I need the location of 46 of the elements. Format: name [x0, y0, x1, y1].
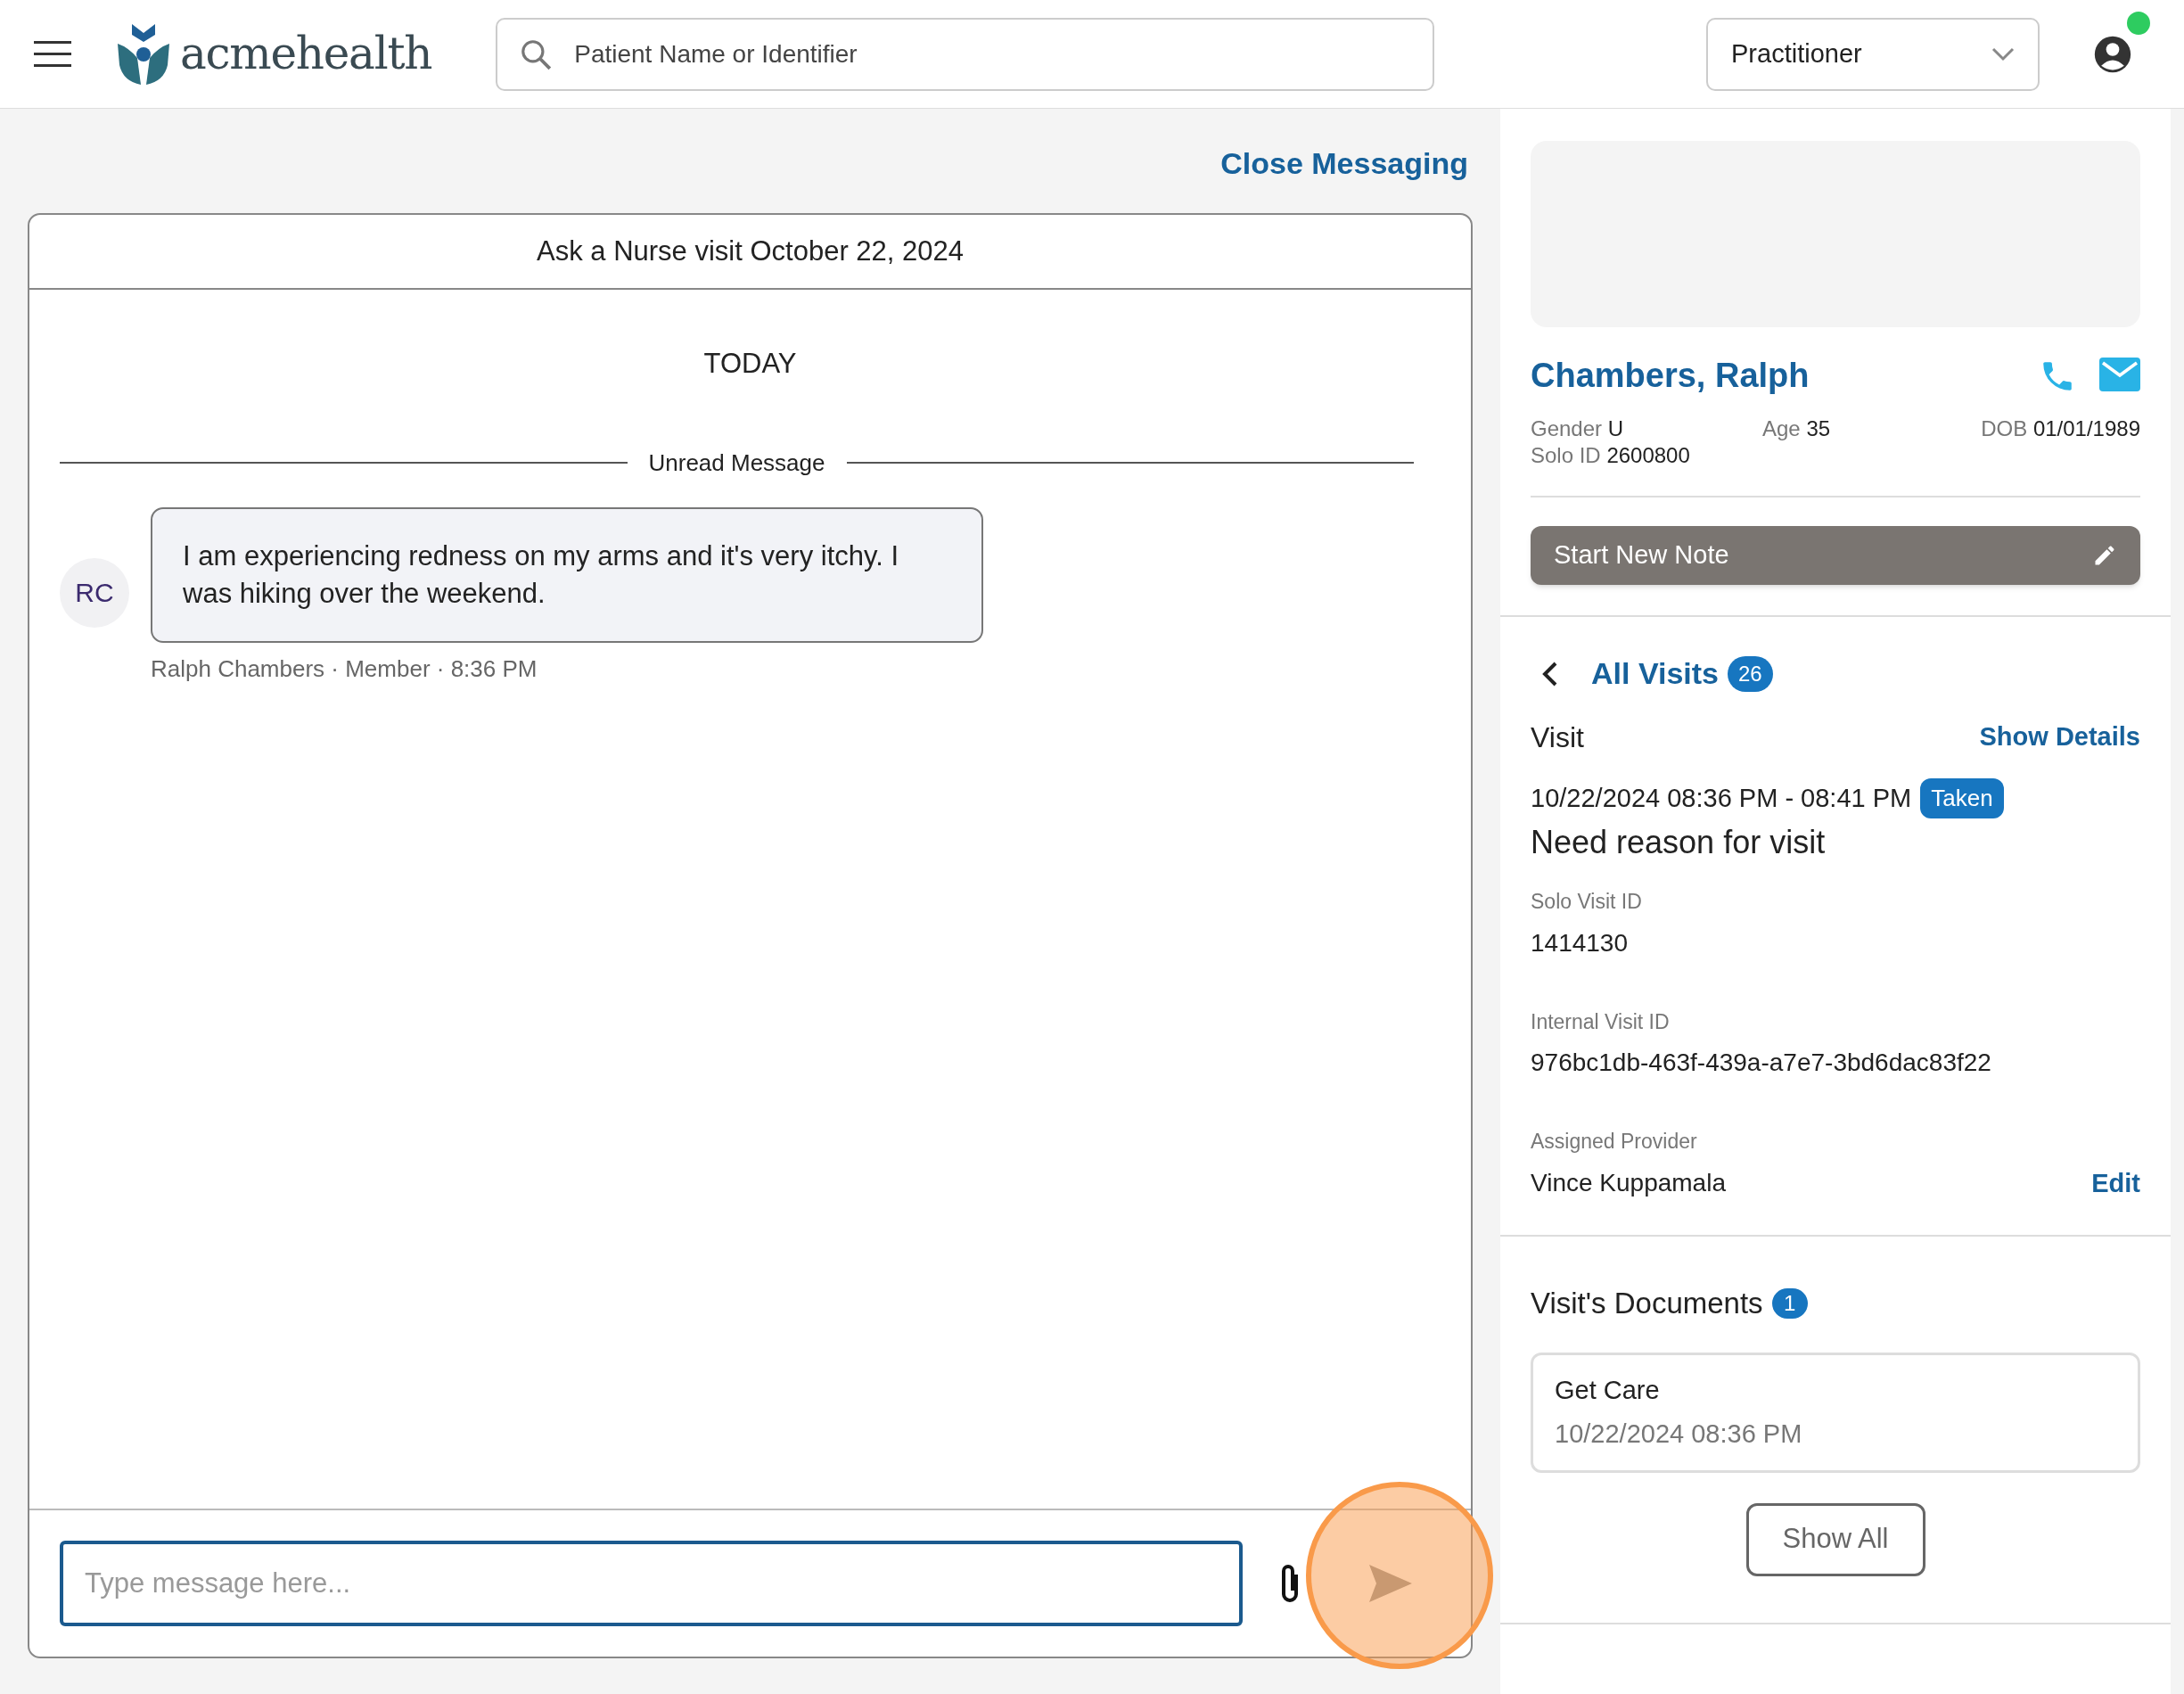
sender-avatar: RC [60, 557, 129, 628]
edit-link[interactable]: Edit [2091, 1164, 2140, 1203]
status-badge: Taken [1920, 778, 2004, 818]
chat-title: Ask a Nurse visit October 22, 2024 [537, 234, 964, 268]
field-value: 01/01/1989 [2032, 416, 2140, 440]
visit-time: 10/22/2024 08:36 PM - 08:41 PM [1531, 782, 1912, 814]
field-label: Solo Visit ID [1531, 890, 1642, 913]
menu-icon[interactable] [34, 40, 71, 68]
close-messaging-link[interactable]: Close Messaging [1220, 141, 1468, 186]
patient-name: Chambers, Ralph [1531, 356, 1810, 396]
back-chevron-icon[interactable] [1541, 661, 1559, 687]
field-value: U [1607, 416, 1624, 440]
brand-name: acmehealth [180, 27, 432, 81]
field-label: Age [1762, 416, 1801, 440]
field-label: DOB [1981, 416, 2028, 440]
visit-reason: Need reason for visit [1531, 824, 1826, 860]
document-name: Get Care [1555, 1374, 1661, 1406]
show-details-link[interactable]: Show Details [1979, 718, 2140, 757]
chevron-down-icon [1991, 46, 2015, 62]
role-dropdown[interactable]: Practitioner [1706, 17, 2040, 91]
count-badge: 1 [1771, 1287, 1808, 1319]
section-heading: Visit's Documents [1531, 1286, 1763, 1321]
field-value: 976bc1db-463f-439a-a7e7-3bd6dac83f22 [1531, 1048, 1991, 1078]
unread-divider-label: Unread Message [648, 448, 825, 478]
section-heading: Visit [1531, 720, 1584, 755]
field-label: Solo ID [1531, 443, 1601, 467]
day-label: TODAY [703, 347, 797, 381]
document-date: 10/22/2024 08:36 PM [1555, 1419, 1803, 1450]
all-visits-link[interactable]: All Visits [1591, 651, 1719, 696]
logo-icon [116, 21, 171, 86]
count-badge: 26 [1728, 655, 1773, 692]
message-bubble: I am experiencing redness on my arms and it's very itchy. I was hiking over the weekend. [151, 506, 983, 643]
start-new-note-button[interactable]: Start New Note [1531, 526, 2140, 585]
field-value: Vince Kuppamala [1531, 1168, 1726, 1199]
field-value: 35 [1806, 416, 1831, 440]
show-all-button[interactable]: Show All [1745, 1502, 1925, 1576]
field-value: 2600800 [1606, 443, 1690, 467]
field-label: Internal Visit ID [1531, 1009, 1670, 1033]
field-label: Assigned Provider [1531, 1130, 1697, 1153]
document-card[interactable]: Get Care 10/22/2024 08:36 PM [1531, 1352, 2140, 1473]
field-label: Gender [1531, 416, 1603, 440]
search-field[interactable]: Patient Name or Identifier [496, 17, 1435, 91]
message-meta: Ralph Chambers · Member · 8:36 PM [151, 654, 538, 682]
message-input[interactable]: Type message here... [60, 1541, 1243, 1626]
field-value: 1414130 [1531, 927, 1628, 958]
user-avatar-icon[interactable] [2093, 34, 2132, 74]
